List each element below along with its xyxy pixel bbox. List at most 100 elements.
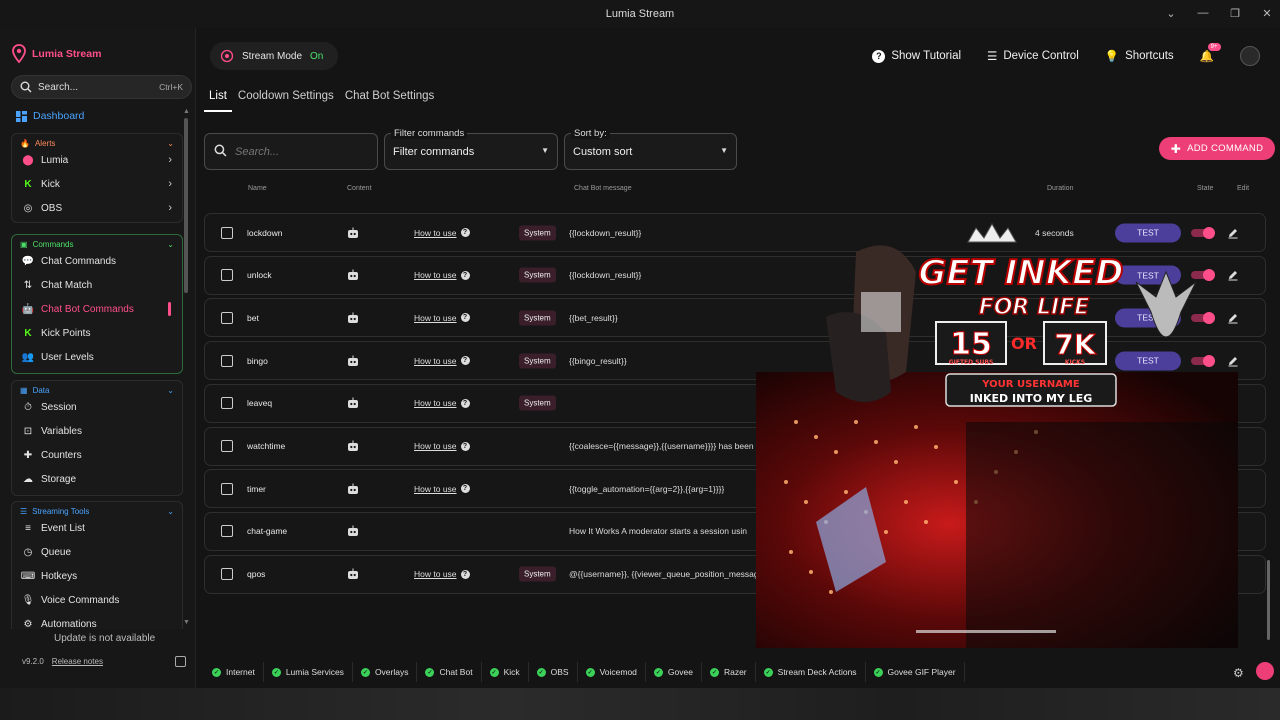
row-checkbox[interactable] — [221, 354, 233, 367]
command-search-input[interactable]: Search... — [204, 133, 378, 170]
sidebar-item-hotkeys[interactable]: ⌨ Hotkeys — [12, 564, 182, 588]
sidebar-item-voice-commands[interactable]: 🎙 Voice Commands — [12, 588, 182, 612]
how-to-use-link[interactable]: How to use? — [414, 270, 470, 280]
overlay-headline-2: FOR LIFE — [979, 295, 1090, 320]
tab-list[interactable]: List — [204, 88, 232, 112]
collapse-sidebar-icon[interactable] — [175, 656, 186, 667]
lumia-pin-icon — [12, 44, 26, 64]
lumia-pin-icon: ⬤ — [22, 154, 34, 166]
row-checkbox[interactable] — [221, 397, 233, 410]
check-circle-icon: ✓ — [536, 667, 546, 677]
device-control-label: Device Control — [1003, 50, 1079, 62]
tab-chat-bot-settings[interactable]: Chat Bot Settings — [340, 88, 440, 112]
sidebar-item-kick-points[interactable]: K Kick Points — [12, 321, 182, 345]
show-tutorial-button[interactable]: ? Show Tutorial — [872, 49, 962, 63]
filter-commands-select[interactable]: Filter commands Filter commands ▼ — [384, 128, 558, 170]
chat-support-button[interactable] — [1256, 662, 1274, 680]
sidebar-item-dashboard[interactable]: Dashboard — [16, 110, 84, 122]
group-alerts-header[interactable]: 🔥 Alerts ⌄ — [12, 134, 182, 148]
sidebar-item-event-list[interactable]: ≡ Event List — [12, 516, 182, 540]
sidebar-scrollbar[interactable] — [184, 118, 188, 293]
how-to-use-link[interactable]: How to use? — [414, 313, 470, 323]
row-checkbox[interactable] — [221, 226, 233, 239]
minimize-icon[interactable]: — — [1196, 6, 1210, 20]
window-title: Lumia Stream — [605, 8, 675, 20]
avatar[interactable] — [1240, 46, 1260, 66]
row-checkbox[interactable] — [221, 482, 233, 495]
status-chip[interactable]: ✓ Overlays — [353, 662, 418, 682]
notifications-button[interactable]: 🔔 9+ — [1200, 43, 1221, 63]
how-to-use-link[interactable]: How to use? — [414, 228, 470, 238]
row-checkbox[interactable] — [221, 311, 233, 324]
sort-label: Sort by: — [571, 128, 610, 139]
stream-mode-toggle[interactable]: Stream Mode On — [210, 42, 338, 70]
scroll-down-icon[interactable]: ▼ — [183, 619, 190, 626]
close-icon[interactable]: ✕ — [1260, 6, 1274, 20]
group-streaming-header[interactable]: ☰ Streaming Tools ⌄ — [12, 502, 182, 516]
how-to-use-label: How to use — [414, 270, 457, 281]
status-chip[interactable]: ✓ Internet — [204, 662, 264, 682]
how-to-use-label: How to use — [414, 227, 457, 238]
settings-gear-icon[interactable]: ⚙ — [1233, 666, 1244, 680]
sidebar-item-lumia[interactable]: ⬤ Lumia › — [12, 148, 182, 172]
command-name: qpos — [247, 569, 266, 580]
sidebar-item-chat-bot-commands[interactable]: 🤖 Chat Bot Commands — [12, 297, 182, 321]
status-chip[interactable]: ✓ Razer — [702, 662, 756, 682]
sidebar-item-storage[interactable]: ☁ Storage — [12, 467, 182, 491]
status-chip[interactable]: ✓ OBS — [529, 662, 578, 682]
keyboard-icon: ⌨ — [20, 570, 36, 582]
sidebar-search[interactable]: Search... Ctrl+K — [11, 75, 192, 99]
how-to-use-link[interactable]: How to use? — [414, 441, 470, 451]
how-to-use-link[interactable]: How to use? — [414, 398, 470, 408]
plus-icon: ✚ — [23, 449, 33, 461]
sidebar-item-user-levels[interactable]: 👥 User Levels — [12, 345, 182, 369]
sidebar-item-obs[interactable]: ◎ OBS › — [12, 196, 182, 220]
add-command-button[interactable]: ✚ ADD COMMAND — [1159, 137, 1275, 160]
sidebar-item-variables[interactable]: ⊡ Variables — [12, 419, 182, 443]
scroll-up-icon[interactable]: ▲ — [183, 108, 190, 115]
status-chip[interactable]: ✓ Lumia Services — [264, 662, 353, 682]
tab-cooldown-settings[interactable]: Cooldown Settings — [233, 88, 339, 112]
sidebar-item-session[interactable]: ⏱ Session — [12, 395, 182, 419]
row-checkbox[interactable] — [221, 525, 233, 538]
how-to-use-label: How to use — [414, 441, 457, 451]
how-to-use-link[interactable]: How to use? — [414, 356, 470, 366]
status-chip[interactable]: ✓ Stream Deck Actions — [756, 662, 866, 682]
group-commands-header[interactable]: ▣ Commands ⌄ — [12, 235, 182, 249]
automation-icon: ⚙ — [23, 618, 33, 630]
status-chip-label: Lumia Services — [285, 667, 344, 677]
status-chip-label: Stream Deck Actions — [777, 667, 857, 677]
check-circle-icon: ✓ — [425, 667, 435, 677]
status-chip[interactable]: ✓ Govee — [646, 662, 702, 682]
how-to-use-link[interactable]: How to use? — [414, 484, 470, 494]
sort-by-select[interactable]: Sort by: Custom sort ▼ — [564, 128, 737, 170]
status-chip[interactable]: ✓ Voicemod — [578, 662, 646, 682]
chevron-down-icon[interactable]: ⌄ — [1164, 6, 1178, 20]
content-scrollbar[interactable] — [1266, 200, 1271, 650]
row-checkbox[interactable] — [221, 269, 233, 282]
row-checkbox[interactable] — [221, 568, 233, 581]
caret-down-icon: ▼ — [720, 146, 728, 155]
sidebar-item-chat-match[interactable]: ⇅ Chat Match — [12, 273, 182, 297]
sidebar-item-kick[interactable]: K Kick › — [12, 172, 182, 196]
sidebar-item-counters[interactable]: ✚ Counters — [12, 443, 182, 467]
lightbulb-icon: 💡 — [1104, 51, 1120, 63]
sidebar-item-chat-commands[interactable]: 💬 Chat Commands — [12, 249, 182, 273]
row-checkbox[interactable] — [221, 440, 233, 452]
how-to-use-link[interactable]: How to use? — [414, 569, 470, 579]
group-data-header[interactable]: ▦ Data ⌄ — [12, 381, 182, 395]
shortcuts-button[interactable]: 💡 Shortcuts — [1105, 49, 1174, 63]
brand-logo[interactable]: Lumia Stream — [12, 44, 101, 64]
group-data-label: Data — [32, 385, 50, 395]
system-badge: System — [519, 566, 556, 582]
chevron-down-icon: ⌄ — [167, 239, 174, 249]
status-chip[interactable]: ✓ Kick — [482, 662, 529, 682]
show-tutorial-label: Show Tutorial — [891, 50, 962, 62]
status-chip[interactable]: ✓ Govee GIF Player — [866, 662, 965, 682]
status-chip[interactable]: ✓ Chat Bot — [417, 662, 482, 682]
sidebar-item-queue[interactable]: ◷ Queue — [12, 540, 182, 564]
device-control-button[interactable]: ☰ Device Control — [987, 49, 1079, 63]
restore-icon[interactable]: ❐ — [1228, 6, 1242, 20]
kick-icon: K — [24, 327, 32, 339]
release-notes-link[interactable]: Release notes — [52, 657, 103, 666]
